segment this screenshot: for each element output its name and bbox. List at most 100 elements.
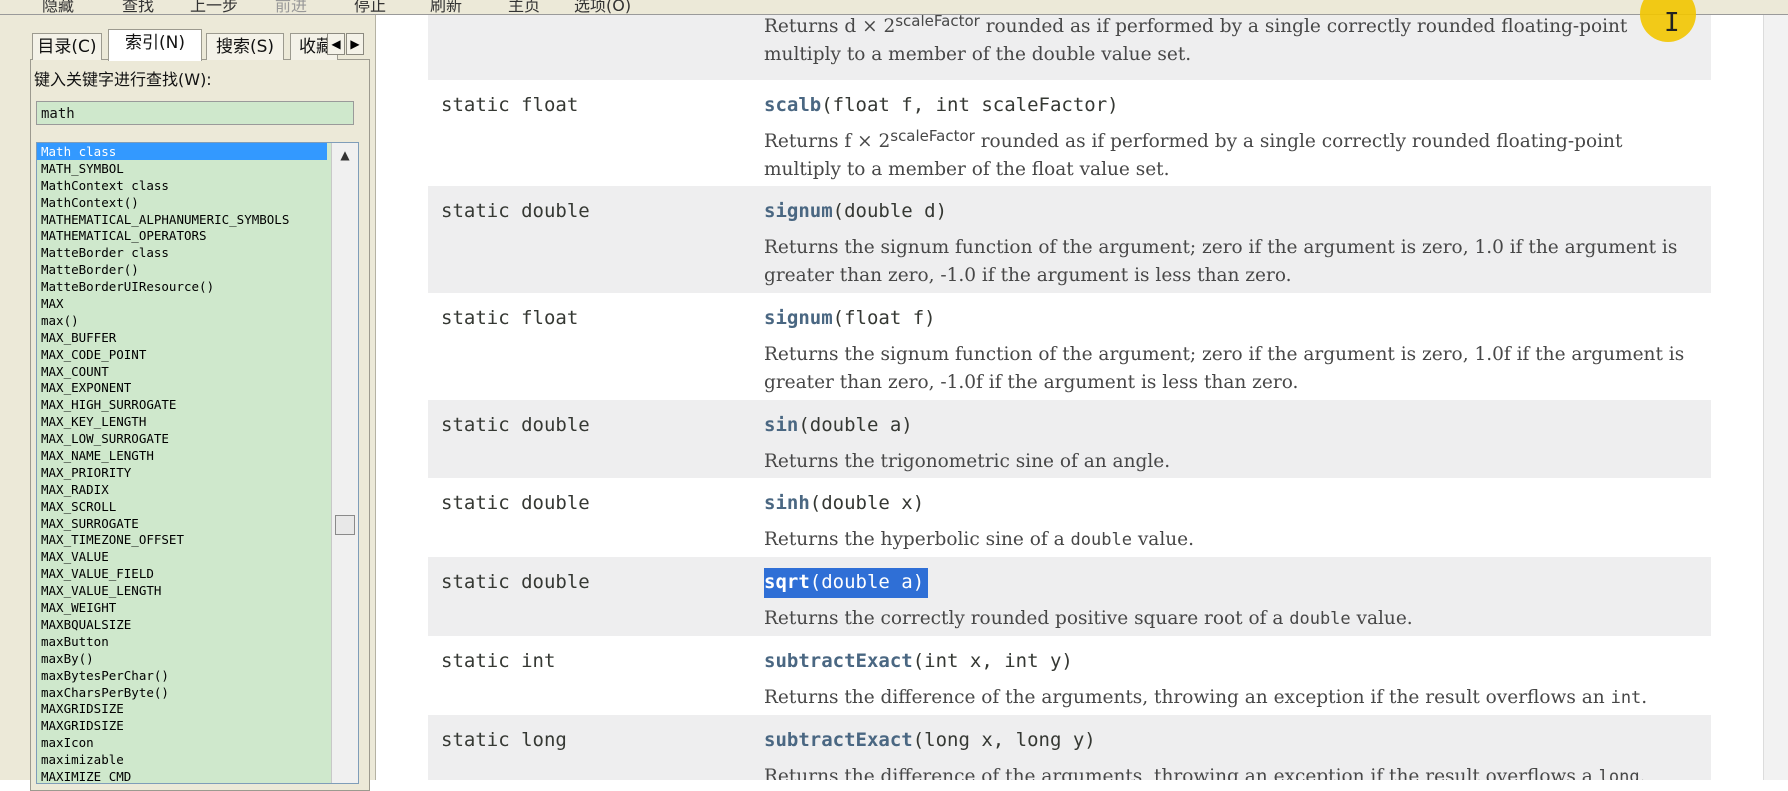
method-signature: sqrt(double a)	[764, 568, 929, 598]
method-description: Returns the signum function of the argum…	[764, 344, 1685, 393]
refresh-button[interactable]: 刷新	[430, 0, 462, 14]
method-description: Returns the hyperbolic sine of a double …	[764, 529, 1194, 550]
method-row: static float scalb(float f, int scaleFact…	[428, 80, 1711, 186]
index-list-item[interactable]: MatteBorderUIResource()	[37, 278, 358, 295]
method-name-link[interactable]: sqrt	[764, 571, 810, 593]
method-params: (int x, int y)	[912, 650, 1073, 672]
method-name-link[interactable]: sinh	[764, 492, 810, 514]
index-list-item[interactable]: maxIcon	[37, 734, 358, 751]
tab-search[interactable]: 搜索(S)	[206, 33, 284, 60]
index-list-item[interactable]: MAX_EXPONENT	[37, 379, 358, 396]
method-params: (double a)	[798, 414, 913, 436]
method-name-link[interactable]: signum	[764, 200, 833, 222]
tab-index[interactable]: 索引(N)	[108, 29, 202, 61]
index-list-item[interactable]: MAX_BUFFER	[37, 329, 358, 346]
method-signature: subtractExact(long x, long y)	[764, 729, 1096, 751]
method-params: (double a)	[809, 571, 925, 593]
toolbar: 隐藏 查找 上一步 前进 停止 刷新 主页 选项(O)	[0, 0, 1788, 15]
right-scroll-edge[interactable]	[1763, 15, 1788, 780]
method-summary-content: Returns d × 2scaleFactor rounded as if p…	[383, 15, 1763, 780]
method-signature: sin(double a)	[764, 414, 913, 436]
method-name-link[interactable]: signum	[764, 307, 833, 329]
index-list-item[interactable]: MAX	[37, 295, 358, 312]
index-list-item[interactable]: maxBytesPerChar()	[37, 667, 358, 684]
index-list-item[interactable]: MAX_VALUE_FIELD	[37, 565, 358, 582]
forward-button[interactable]: 前进	[275, 0, 307, 14]
method-name-link[interactable]: subtractExact	[764, 729, 913, 751]
method-description: Returns the correctly rounded positive s…	[764, 608, 1413, 629]
method-params: (double x)	[809, 492, 925, 514]
index-list-item[interactable]: MAX_KEY_LENGTH	[37, 413, 358, 430]
home-button[interactable]: 主页	[508, 0, 540, 14]
method-params: (long x, long y)	[912, 729, 1096, 751]
index-list-item[interactable]: MAXGRIDSIZE	[37, 700, 358, 717]
method-modifier-type: static float	[441, 307, 579, 329]
index-list-item[interactable]: MAXGRIDSIZE	[37, 717, 358, 734]
index-list-item[interactable]: Math class	[37, 143, 327, 160]
method-row: static float signum(float f) Returns the s…	[428, 293, 1711, 400]
index-list-item[interactable]: MAX_CODE_POINT	[37, 346, 358, 363]
index-list-item[interactable]: MAXIMIZE_CMD	[37, 768, 358, 783]
method-signature: scalb(float f, int scaleFactor)	[764, 94, 1119, 116]
tab-contents[interactable]: 目录(C)	[32, 33, 102, 60]
method-row: static double sin(double a) Returns the tr…	[428, 400, 1711, 478]
index-list-item[interactable]: MAX_LOW_SURROGATE	[37, 430, 358, 447]
index-list-item[interactable]: MAXBQUALSIZE	[37, 616, 358, 633]
index-list-item[interactable]: MAX_COUNT	[37, 363, 358, 380]
index-list-item[interactable]: MAX_PRIORITY	[37, 464, 358, 481]
method-modifier-type: static double	[441, 414, 590, 436]
index-list-item[interactable]: max()	[37, 312, 358, 329]
index-list-item[interactable]: MAX_WEIGHT	[37, 599, 358, 616]
method-modifier-type: static long	[441, 729, 567, 751]
method-name-link[interactable]: sin	[764, 414, 798, 436]
index-list-item[interactable]: MAX_VALUE_LENGTH	[37, 582, 358, 599]
method-row: static double sinh(double x) Returns the h…	[428, 478, 1711, 557]
scroll-up-icon[interactable]: ▲	[335, 146, 355, 164]
index-list-item[interactable]: MAX_RADIX	[37, 481, 358, 498]
options-button[interactable]: 选项(O)	[574, 0, 631, 14]
index-list-item[interactable]: MAX_NAME_LENGTH	[37, 447, 358, 464]
method-name-link[interactable]: subtractExact	[764, 650, 913, 672]
method-row: Returns d × 2scaleFactor rounded as if p…	[428, 15, 1711, 80]
index-list-item[interactable]: MATH_SYMBOL	[37, 160, 358, 177]
index-list-item[interactable]: MAX_VALUE	[37, 548, 358, 565]
method-signature: signum(float f)	[764, 307, 936, 329]
method-description: Returns d × 2scaleFactor rounded as if p…	[764, 15, 1628, 65]
method-params: (float f)	[832, 307, 936, 329]
index-list-item[interactable]: MATHEMATICAL_ALPHANUMERIC_SYMBOLS	[37, 211, 358, 228]
method-params: (float f, int scaleFactor)	[821, 94, 1119, 116]
method-description: Returns the trigonometric sine of an ang…	[764, 451, 1171, 472]
find-button[interactable]: 查找	[122, 0, 154, 14]
index-list-item[interactable]: MathContext class	[37, 177, 358, 194]
method-description: Returns f × 2scaleFactor rounded as if p…	[764, 127, 1623, 181]
back-button[interactable]: 上一步	[190, 0, 238, 14]
index-list-item[interactable]: MAX_TIMEZONE_OFFSET	[37, 531, 358, 548]
method-modifier-type: static double	[441, 492, 590, 514]
method-name-link[interactable]: scalb	[764, 94, 821, 116]
index-list-item[interactable]: MatteBorder class	[37, 244, 358, 261]
method-row: static long subtractExact(long x, long y)…	[428, 715, 1711, 780]
method-row: static int subtractExact(int x, int y) Ret…	[428, 636, 1711, 715]
method-modifier-type: static double	[441, 200, 590, 222]
method-signature: sinh(double x)	[764, 492, 924, 514]
index-list-item[interactable]: maximizable	[37, 751, 358, 768]
index-list-item[interactable]: maxCharsPerByte()	[37, 684, 358, 701]
method-params: (double d)	[832, 200, 948, 222]
tab-scroll-left-icon[interactable]: ◀	[327, 33, 345, 55]
index-list-item[interactable]: MAX_SURROGATE	[37, 515, 358, 532]
index-list-item[interactable]: MAX_HIGH_SURROGATE	[37, 396, 358, 413]
method-row: static double signum(double d) Returns the…	[428, 186, 1711, 293]
index-list-item[interactable]: maxBy()	[37, 650, 358, 667]
index-list-scrollbar[interactable]: ▲	[331, 143, 358, 783]
tab-scroll-right-icon[interactable]: ▶	[346, 33, 364, 55]
hide-button[interactable]: 隐藏	[42, 0, 74, 14]
index-list-item[interactable]: maxButton	[37, 633, 358, 650]
scrollbar-thumb[interactable]	[335, 515, 355, 535]
index-list-item[interactable]: MAX_SCROLL	[37, 498, 358, 515]
index-list-item[interactable]: MATHEMATICAL_OPERATORS	[37, 227, 358, 244]
index-list[interactable]: Math class MATH_SYMBOL MathContext class Ma…	[36, 142, 359, 784]
keyword-search-input[interactable]: math	[36, 101, 354, 125]
stop-button[interactable]: 停止	[354, 0, 386, 14]
index-list-item[interactable]: MatteBorder()	[37, 261, 358, 278]
index-list-item[interactable]: MathContext()	[37, 194, 358, 211]
